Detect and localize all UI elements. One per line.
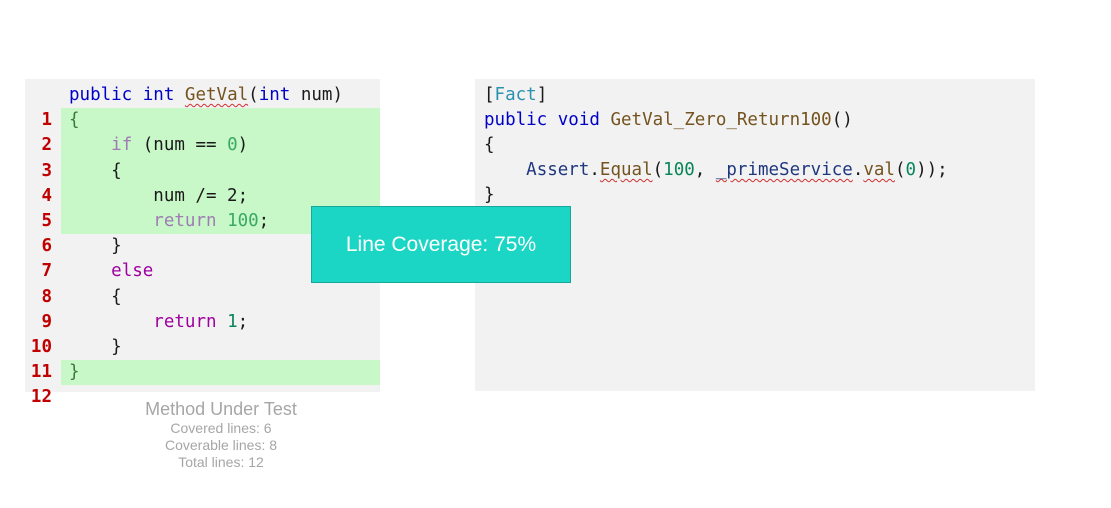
code-line: Assert.Equal(100, _primeService.val(0)); bbox=[484, 158, 948, 183]
field-name: _primeService bbox=[715, 160, 853, 180]
covered-lines-stat: Covered lines: 6 bbox=[170, 420, 272, 436]
keyword: if bbox=[111, 135, 133, 156]
code-line: 9 { bbox=[25, 285, 380, 332]
dot: . bbox=[589, 160, 600, 180]
paren: )); bbox=[916, 160, 948, 180]
code-line: 10 return 1; bbox=[25, 310, 380, 357]
paren: () bbox=[831, 110, 853, 130]
keyword: int bbox=[142, 85, 175, 105]
coverable-lines-stat: Coverable lines: 8 bbox=[164, 437, 278, 453]
dot: . bbox=[852, 160, 864, 180]
paren: ( bbox=[248, 85, 259, 105]
code-text: { bbox=[61, 108, 380, 134]
brace: { bbox=[69, 110, 80, 131]
line-coverage-callout: Line Coverage: 75% bbox=[311, 206, 571, 283]
code-text: { bbox=[61, 158, 380, 184]
param: num) bbox=[290, 85, 343, 105]
code-line: 1 public int GetVal(int num) bbox=[25, 83, 380, 130]
code-line: { bbox=[484, 135, 495, 155]
code-text: public int GetVal(int num) bbox=[61, 83, 380, 108]
bracket: [ bbox=[484, 85, 495, 105]
total-lines-stat: Total lines: 12 bbox=[178, 454, 264, 470]
semicolon: ; bbox=[258, 211, 270, 231]
code-line-covered: 3 if (num == 0) bbox=[25, 133, 380, 181]
comma: , bbox=[694, 160, 716, 180]
keyword: else bbox=[111, 261, 154, 282]
code-line: 11 } bbox=[25, 335, 380, 382]
keyword: public bbox=[69, 85, 133, 105]
class-name: Assert bbox=[526, 160, 590, 180]
attribute-name: Fact bbox=[494, 85, 537, 105]
paren: ) bbox=[237, 135, 249, 156]
paren: ( bbox=[894, 160, 906, 180]
number-literal: 1 bbox=[227, 311, 238, 332]
keyword: public bbox=[484, 110, 548, 130]
brace: } bbox=[69, 362, 80, 383]
code-line-covered: 2 { bbox=[25, 108, 380, 155]
number-literal: 0 bbox=[227, 135, 238, 156]
caption-title: Method Under Test bbox=[145, 399, 297, 419]
bracket: ] bbox=[536, 85, 548, 105]
keyword: int bbox=[258, 85, 291, 105]
number-literal: 100 bbox=[663, 160, 695, 180]
method-name: val bbox=[863, 160, 895, 180]
code-line-covered: 4 { bbox=[25, 158, 380, 206]
keyword: void bbox=[557, 110, 600, 130]
paren: ( bbox=[652, 160, 664, 180]
keyword: return bbox=[153, 211, 217, 231]
keyword: return bbox=[153, 311, 217, 332]
code-text: if (num == 0) bbox=[61, 133, 380, 159]
method-caption: Method Under Test Covered lines: 6 Cover… bbox=[25, 398, 417, 471]
code-line: public void GetVal_Zero_Return100() bbox=[484, 108, 853, 133]
expression: (num == bbox=[132, 135, 228, 156]
code-text: } bbox=[61, 360, 380, 386]
method-name: GetVal bbox=[184, 85, 249, 105]
code-line: } bbox=[484, 185, 495, 205]
semicolon: ; bbox=[237, 311, 249, 332]
code-text: return 1; bbox=[61, 310, 380, 335]
method-name: GetVal_Zero_Return100 bbox=[610, 110, 832, 130]
code-text: } bbox=[69, 337, 122, 357]
number-literal: 100 bbox=[227, 211, 259, 231]
code-text: { bbox=[69, 286, 122, 307]
method-name: Equal bbox=[599, 160, 653, 180]
code-line-covered: 12 } bbox=[25, 360, 380, 407]
number-literal: 0 bbox=[905, 160, 917, 180]
code-line: [Fact] bbox=[484, 83, 547, 108]
callout-text: Line Coverage: 75% bbox=[345, 232, 537, 256]
